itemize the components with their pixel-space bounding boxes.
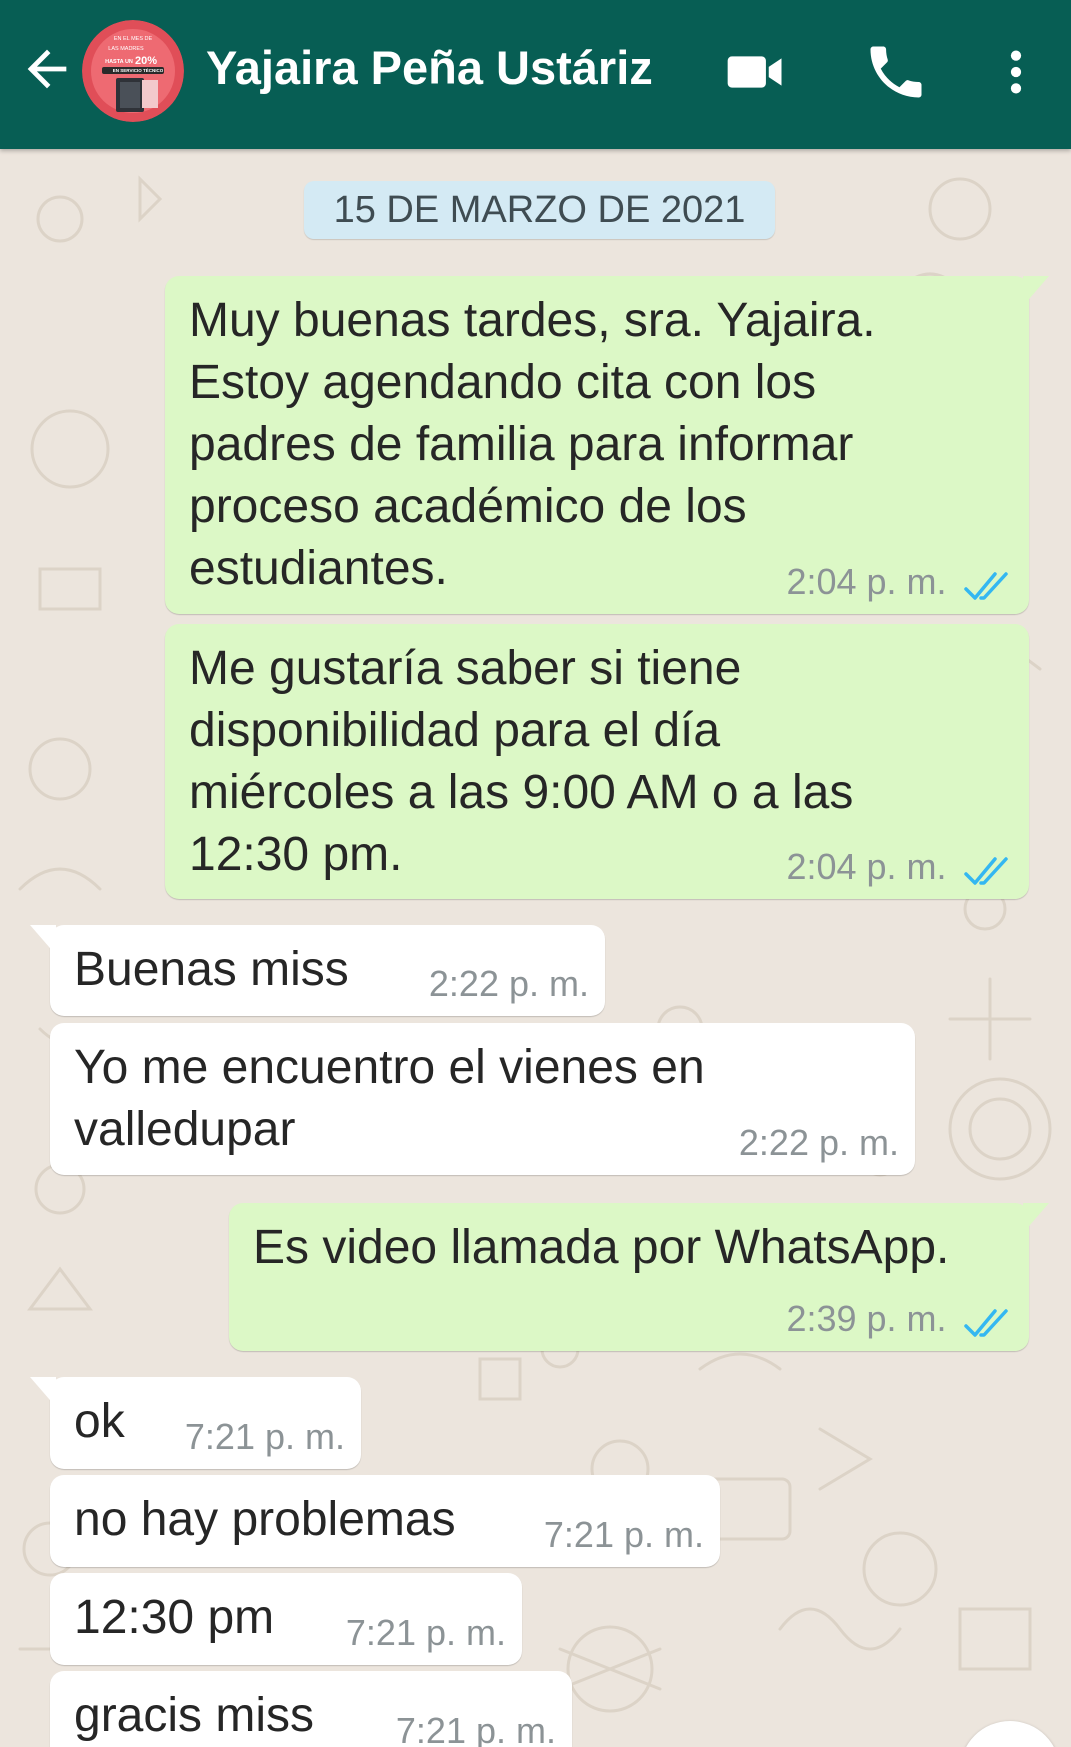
bubble-tail bbox=[30, 925, 56, 955]
message-time: 7:21 p. m. bbox=[543, 1514, 704, 1555]
outgoing-message[interactable]: Me gustaría saber si tiene disponibilida… bbox=[165, 624, 1029, 899]
message-line: miércoles a las 9:00 AM o a las bbox=[189, 766, 854, 819]
message-line: Estoy agendando cita con los bbox=[189, 356, 817, 409]
incoming-message[interactable]: Yo me encuentro el vienes en valledupar … bbox=[50, 1023, 915, 1175]
message-line: 12:30 pm bbox=[74, 1591, 275, 1644]
message-meta: 2:04 p. m. bbox=[786, 562, 1013, 602]
bubble-tail bbox=[1023, 1203, 1049, 1233]
message-time: 7:21 p. m. bbox=[345, 1612, 506, 1653]
incoming-message[interactable]: 12:30 pm 7:21 p. m. bbox=[50, 1573, 522, 1665]
contact-name[interactable]: Yajaira Peña Ustáriz bbox=[206, 38, 653, 98]
outgoing-message[interactable]: Muy buenas tardes, sra. Yajaira. Estoy a… bbox=[165, 276, 1049, 614]
bubble-tail bbox=[1023, 276, 1049, 306]
message-line: gracis miss bbox=[74, 1689, 315, 1742]
message-line: Es video llamada por WhatsApp. bbox=[253, 1221, 950, 1274]
message-line: no hay problemas bbox=[74, 1493, 456, 1546]
message-line: Me gustaría saber si tiene bbox=[189, 642, 742, 695]
incoming-message[interactable]: ok 7:21 p. m. bbox=[30, 1377, 361, 1469]
read-ticks-icon bbox=[964, 572, 1008, 600]
message-line: disponibilidad para el día bbox=[189, 704, 721, 757]
back-arrow-icon[interactable] bbox=[18, 40, 76, 98]
message-line: estudiantes. bbox=[189, 542, 448, 595]
message-time: 2:22 p. m. bbox=[428, 963, 589, 1004]
message-time: 2:22 p. m. bbox=[738, 1122, 899, 1163]
bubble-tail bbox=[30, 1377, 56, 1407]
message-meta: 2:39 p. m. bbox=[786, 1299, 1013, 1339]
video-call-icon[interactable] bbox=[722, 38, 790, 106]
message-line: valledupar bbox=[74, 1103, 296, 1156]
contact-avatar[interactable]: EN EL MES DE LAS MADRES HASTA UN 20% EN … bbox=[82, 20, 184, 122]
avatar-line-2: LAS MADRES bbox=[108, 46, 144, 52]
avatar-line-5: EN SERVICIO TÉCNICO bbox=[113, 66, 164, 73]
avatar-discount: 20% bbox=[135, 55, 157, 67]
message-text: Me gustaría saber si tiene disponibilida… bbox=[189, 638, 853, 886]
avatar-image: EN EL MES DE LAS MADRES HASTA UN 20% EN … bbox=[82, 20, 184, 122]
message-text: ok bbox=[74, 1391, 125, 1453]
message-line: ok bbox=[74, 1395, 125, 1448]
message-meta: 7:21 p. m. bbox=[544, 1515, 704, 1555]
incoming-message[interactable]: no hay problemas 7:21 p. m. bbox=[50, 1475, 720, 1567]
message-meta: 2:22 p. m. bbox=[739, 1123, 899, 1163]
message-line: padres de familia para informar bbox=[189, 418, 854, 471]
read-ticks-icon bbox=[964, 857, 1008, 885]
message-line: 12:30 pm. bbox=[189, 828, 403, 881]
message-time: 2:39 p. m. bbox=[786, 1298, 947, 1339]
more-options-icon[interactable] bbox=[988, 38, 1044, 106]
message-time: 7:21 p. m. bbox=[184, 1416, 345, 1457]
message-text: 12:30 pm bbox=[74, 1587, 274, 1649]
chat-area[interactable]: 15 DE MARZO DE 2021 Muy buenas tardes, s… bbox=[0, 149, 1071, 1747]
outgoing-message[interactable]: Es video llamada por WhatsApp. 2:39 p. m… bbox=[229, 1203, 1049, 1351]
message-meta: 2:04 p. m. bbox=[786, 847, 1013, 887]
message-text: Yo me encuentro el vienes en valledupar bbox=[74, 1037, 705, 1161]
message-line: Muy buenas tardes, sra. Yajaira. bbox=[189, 294, 876, 347]
message-time: 7:21 p. m. bbox=[395, 1710, 556, 1747]
message-meta: 7:21 p. m. bbox=[396, 1711, 556, 1747]
message-text: gracis miss bbox=[74, 1685, 314, 1747]
message-text: Buenas miss bbox=[74, 939, 349, 1001]
message-time: 2:04 p. m. bbox=[786, 846, 947, 887]
message-text: no hay problemas bbox=[74, 1489, 456, 1551]
message-text: Muy buenas tardes, sra. Yajaira. Estoy a… bbox=[189, 290, 876, 600]
message-meta: 2:22 p. m. bbox=[429, 964, 589, 1004]
message-time: 2:04 p. m. bbox=[786, 561, 947, 602]
avatar-line-1: EN EL MES DE bbox=[114, 36, 153, 42]
message-line: Buenas miss bbox=[74, 943, 349, 996]
date-divider: 15 DE MARZO DE 2021 bbox=[304, 181, 775, 239]
phone-icon[interactable] bbox=[862, 38, 930, 106]
read-ticks-icon bbox=[964, 1309, 1008, 1337]
message-line: proceso académico de los bbox=[189, 480, 747, 533]
message-meta: 7:21 p. m. bbox=[185, 1417, 345, 1457]
message-text: Es video llamada por WhatsApp. bbox=[253, 1217, 949, 1279]
message-line: Yo me encuentro el vienes en bbox=[74, 1041, 705, 1094]
message-meta: 7:21 p. m. bbox=[346, 1613, 506, 1653]
avatar-line-3: HASTA UN bbox=[105, 59, 133, 65]
incoming-message[interactable]: gracis miss 7:21 p. m. bbox=[50, 1671, 572, 1747]
incoming-message[interactable]: Buenas miss 2:22 p. m. bbox=[30, 925, 605, 1016]
chat-header: EN EL MES DE LAS MADRES HASTA UN 20% EN … bbox=[0, 0, 1071, 149]
